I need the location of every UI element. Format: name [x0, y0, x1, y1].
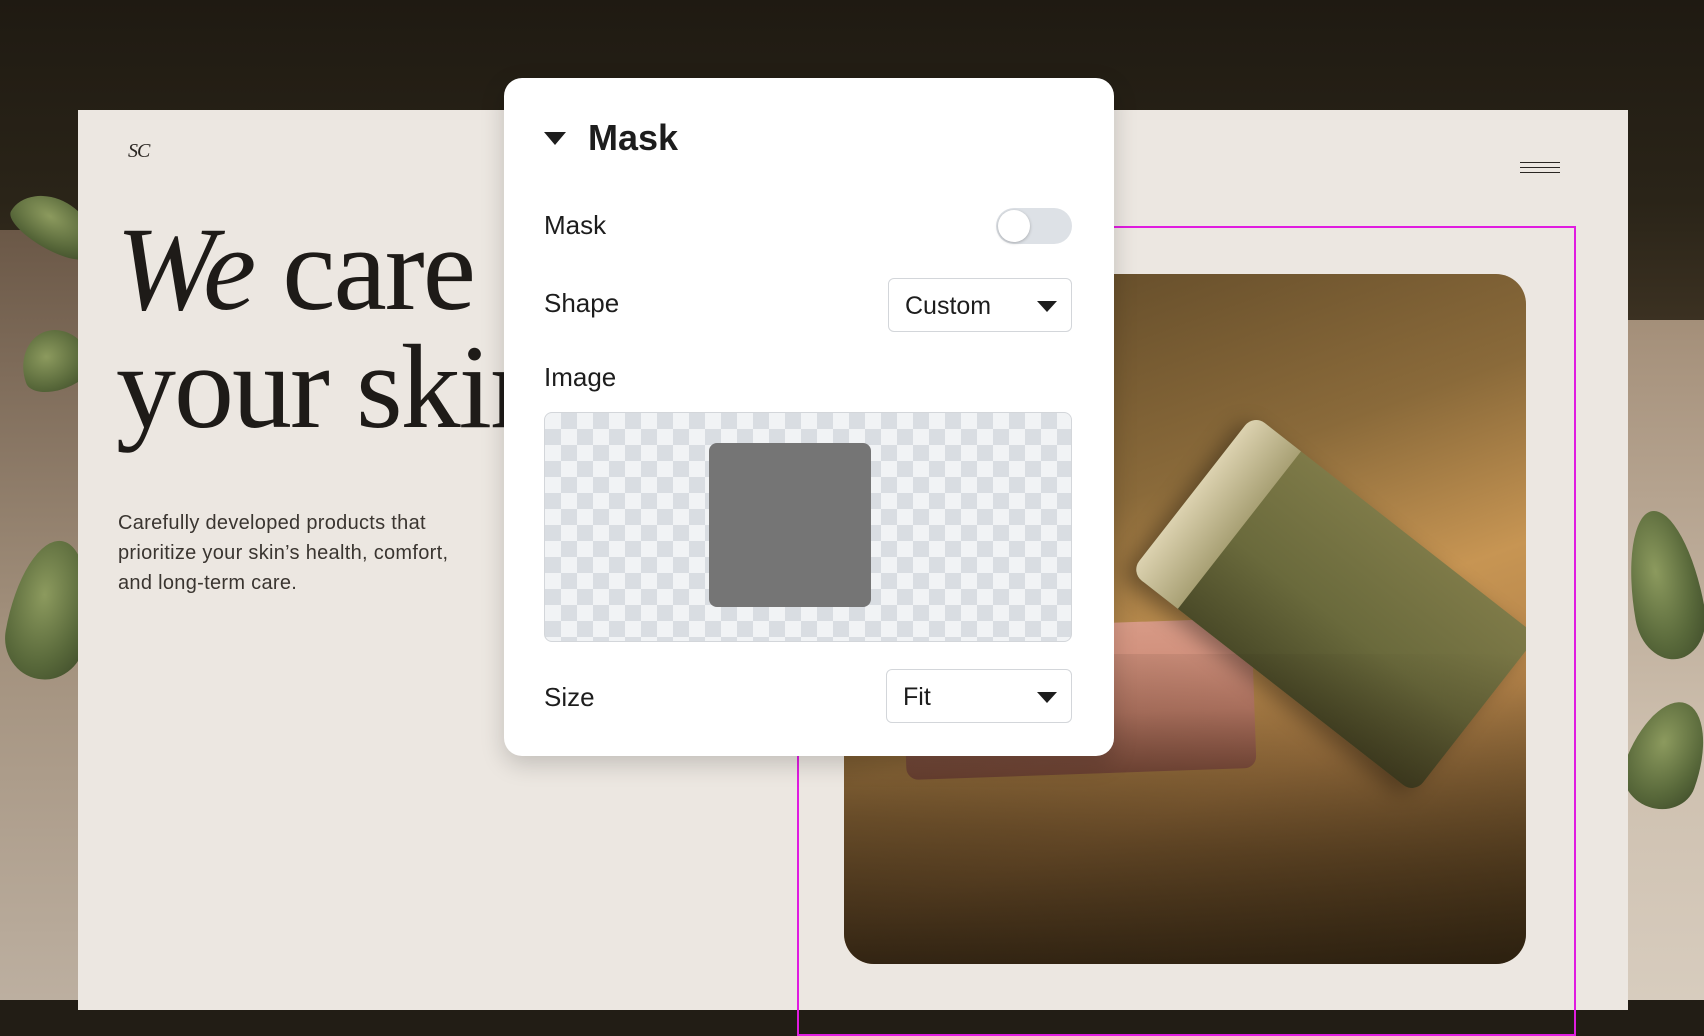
size-dropdown[interactable]: Fit	[886, 669, 1072, 723]
size-label: Size	[544, 682, 595, 712]
headline-line2: your skin	[116, 320, 550, 453]
mask-toggle[interactable]	[996, 208, 1072, 244]
site-logo[interactable]: SC	[128, 140, 150, 163]
panel-header[interactable]: Mask	[544, 117, 679, 158]
hero-description: Carefully developed products that priori…	[118, 512, 449, 594]
shape-value: Custom	[905, 292, 992, 320]
dropdown-arrow-icon	[1037, 692, 1057, 703]
mask-image-preview	[709, 443, 871, 607]
mask-label: Mask	[544, 210, 607, 240]
dropdown-arrow-icon	[1037, 301, 1057, 312]
image-label: Image	[544, 362, 617, 392]
panel-title: Mask	[588, 117, 679, 158]
headline-italic-word: We	[116, 202, 256, 335]
shape-label: Shape	[544, 288, 620, 318]
mask-image-picker[interactable]	[544, 412, 1072, 642]
caret-down-icon[interactable]	[544, 131, 566, 145]
headline-line1: care	[254, 202, 476, 335]
hamburger-menu-icon[interactable]	[1520, 162, 1560, 178]
size-value: Fit	[903, 683, 931, 711]
toggle-knob	[998, 210, 1030, 242]
background-wall-right	[1624, 320, 1704, 1000]
shape-dropdown[interactable]: Custom	[888, 278, 1072, 332]
mask-settings-panel: Mask Mask Shape Custom Image Size Fit	[504, 78, 1114, 756]
hero-headline: We care your skin	[116, 209, 550, 447]
